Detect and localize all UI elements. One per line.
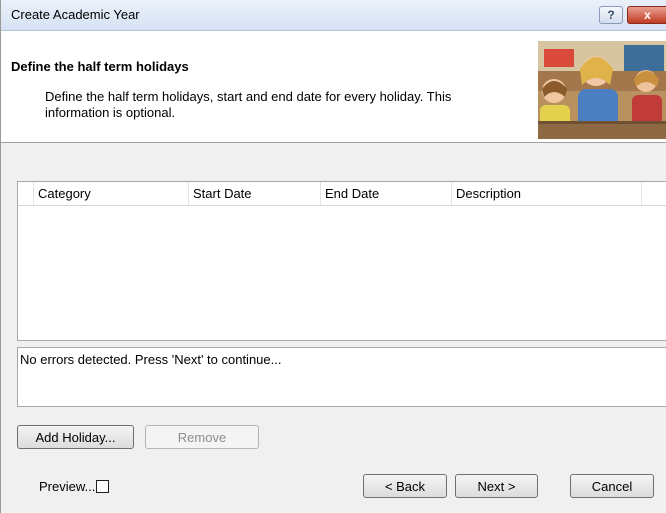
column-header-description[interactable]: Description [452, 182, 642, 205]
validation-message: No errors detected. Press 'Next' to cont… [20, 352, 282, 367]
help-button[interactable]: ? [599, 6, 623, 24]
table-header: Category Start Date End Date Description [18, 182, 666, 206]
holidays-table[interactable]: Category Start Date End Date Description [17, 181, 666, 341]
cancel-label: Cancel [591, 478, 633, 494]
close-icon: x [644, 8, 651, 22]
remove-label: Remove [177, 429, 227, 445]
close-button[interactable]: x [627, 6, 666, 24]
next-button[interactable]: Next > [455, 474, 538, 498]
help-icon: ? [607, 8, 615, 22]
wizard-header: Define the half term holidays Define the… [1, 31, 666, 143]
classroom-image [538, 41, 666, 139]
preview-label: Preview... [39, 479, 96, 494]
cancel-button[interactable]: Cancel [570, 474, 654, 498]
page-title: Define the half term holidays [11, 59, 189, 74]
add-holiday-label: Add Holiday... [35, 429, 116, 445]
column-header-category[interactable]: Category [34, 182, 189, 205]
back-label: < Back [384, 478, 426, 494]
validation-message-box: No errors detected. Press 'Next' to cont… [17, 347, 666, 407]
preview-checkbox-group[interactable]: Preview... [39, 479, 110, 494]
row-selector-header [18, 182, 34, 205]
column-header-end-date[interactable]: End Date [321, 182, 452, 205]
create-academic-year-dialog: Create Academic Year ? x Define the half… [0, 0, 666, 513]
column-header-filler [642, 182, 666, 205]
title-bar[interactable]: Create Academic Year ? x [1, 0, 666, 31]
preview-checkbox[interactable] [96, 480, 110, 493]
remove-button[interactable]: Remove [145, 425, 259, 449]
column-header-start-date[interactable]: Start Date [189, 182, 321, 205]
back-button[interactable]: < Back [363, 474, 447, 498]
page-description: Define the half term holidays, start and… [45, 89, 452, 120]
add-holiday-button[interactable]: Add Holiday... [17, 425, 134, 449]
window-title: Create Academic Year [11, 7, 140, 22]
next-label: Next > [477, 478, 516, 494]
